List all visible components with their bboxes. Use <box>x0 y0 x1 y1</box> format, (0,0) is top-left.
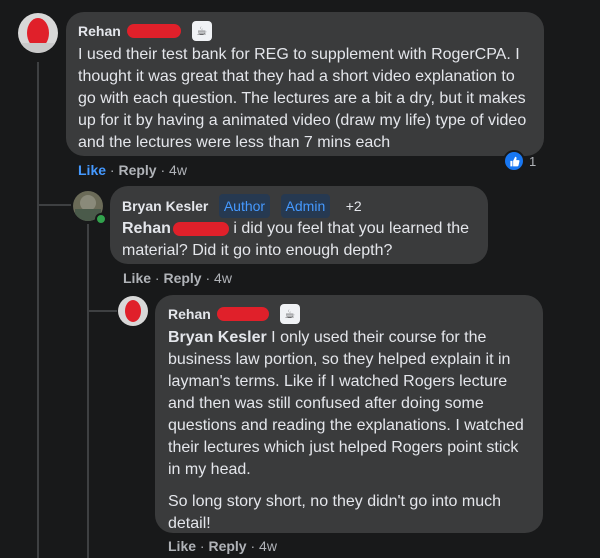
comment-author[interactable]: Rehan <box>78 20 121 42</box>
comment-text: I used their test bank for REG to supple… <box>78 46 527 151</box>
author-badge: Author <box>218 194 271 218</box>
thread-line-main <box>37 62 39 558</box>
coffee-cup-icon: ☕ <box>191 21 212 41</box>
redaction <box>172 221 229 236</box>
comment-text: Bryan Kesler I only used their course fo… <box>168 329 524 478</box>
thread-line-reply <box>87 224 89 558</box>
reply-button[interactable]: Reply <box>118 162 156 178</box>
more-badges[interactable]: +2 <box>341 194 367 218</box>
comment-author[interactable]: Bryan Kesler <box>122 195 208 217</box>
comment-bubble: Rehan ☕ Bryan Kesler I only used their c… <box>155 295 543 533</box>
thumbs-up-icon <box>503 150 525 172</box>
mention-link[interactable]: Bryan Kesler <box>168 329 267 346</box>
timestamp[interactable]: 4w <box>169 162 187 178</box>
like-button[interactable]: Like <box>78 162 106 178</box>
reply-button[interactable]: Reply <box>163 270 201 286</box>
comment-author[interactable]: Rehan <box>168 303 211 325</box>
like-button[interactable]: Like <box>168 538 196 554</box>
comment-bubble: Rehan ☕ I used their test bank for REG t… <box>66 12 544 156</box>
avatar[interactable] <box>18 13 58 53</box>
reply-button[interactable]: Reply <box>208 538 246 554</box>
timestamp[interactable]: 4w <box>259 538 277 554</box>
thread-line-branch-1 <box>37 204 71 206</box>
reaction-count[interactable]: 1 <box>503 150 536 172</box>
comment-actions: Like · Reply · 4w <box>168 538 277 554</box>
comment-actions: Like · Reply · 4w <box>123 270 232 286</box>
like-button[interactable]: Like <box>123 270 151 286</box>
thread-line-branch-2 <box>87 310 117 312</box>
comment-actions: Like · Reply · 4w <box>78 162 187 178</box>
mention-link[interactable]: Rehan <box>122 220 171 237</box>
comment-text: Rehan i did you feel that you learned th… <box>122 220 470 259</box>
timestamp[interactable]: 4w <box>214 270 232 286</box>
admin-badge: Admin <box>280 194 331 218</box>
redaction <box>217 307 270 321</box>
online-status-dot <box>95 213 107 225</box>
avatar[interactable] <box>118 296 148 326</box>
coffee-cup-icon: ☕ <box>279 304 300 324</box>
comment-bubble: Bryan Kesler Author Admin +2 Rehan i did… <box>110 186 488 264</box>
comment-text: So long story short, no they didn't go i… <box>168 493 502 532</box>
redaction <box>127 24 182 38</box>
